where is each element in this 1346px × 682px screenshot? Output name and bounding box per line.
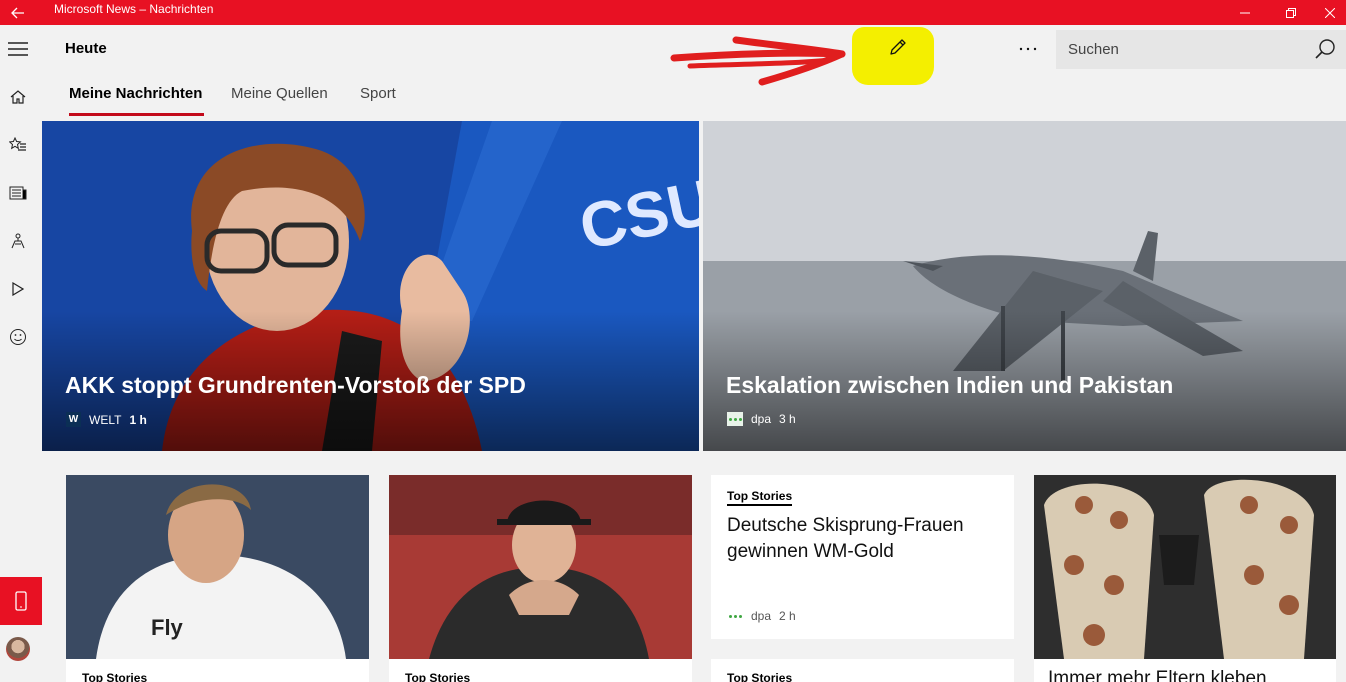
hero-meta: W WELT 1 h: [66, 412, 147, 427]
video-icon[interactable]: [0, 271, 36, 307]
card-tag: Top Stories: [82, 671, 147, 682]
page-title: Heute: [65, 40, 107, 57]
welt-logo: W: [66, 412, 81, 427]
story-card[interactable]: Top Stories: [389, 475, 692, 682]
story-card[interactable]: Top Stories Deutsche Skisprung-Frauen ge…: [711, 475, 1014, 639]
maximize-button[interactable]: [1268, 0, 1314, 25]
story-age: 1 h: [129, 412, 147, 427]
avatar[interactable]: [6, 637, 30, 661]
card-tag: Top Stories: [405, 671, 470, 682]
local-icon[interactable]: [0, 223, 36, 259]
card-meta: dpa 2 h: [727, 609, 796, 623]
title-bar: Microsoft News – Nachrichten: [0, 0, 1346, 25]
navigation-rail: [0, 25, 42, 682]
story-age: 3 h: [779, 412, 796, 426]
svg-text:Fly: Fly: [151, 615, 184, 640]
story-photo: Fly: [66, 475, 369, 659]
minimize-button[interactable]: [1222, 0, 1268, 25]
hero-headline[interactable]: AKK stoppt Grundrenten-Vorstoß der SPD: [65, 372, 526, 399]
favorites-icon[interactable]: [0, 127, 36, 163]
card-headline[interactable]: Immer mehr Eltern kleben: [1048, 668, 1267, 682]
story-card[interactable]: Immer mehr Eltern kleben: [1034, 475, 1336, 682]
tab-meine-nachrichten[interactable]: Meine Nachrichten: [69, 85, 205, 116]
hamburger-menu-icon[interactable]: [0, 31, 36, 67]
news-icon[interactable]: [0, 175, 36, 211]
more-options-icon[interactable]: [1014, 37, 1042, 61]
back-arrow-icon[interactable]: [0, 0, 36, 25]
story-card[interactable]: Top Stories: [711, 659, 1014, 682]
story-photo: [389, 475, 692, 659]
close-button[interactable]: [1314, 0, 1346, 25]
tab-sport[interactable]: Sport: [360, 85, 396, 109]
dpa-logo: [727, 609, 743, 623]
edit-pencil-icon[interactable]: [888, 37, 908, 62]
home-icon[interactable]: [0, 79, 36, 115]
dark-mode-moon-icon[interactable]: [956, 37, 984, 61]
search-icon[interactable]: [1314, 38, 1336, 60]
window-title: Microsoft News – Nachrichten: [54, 2, 214, 16]
search-input[interactable]: [1056, 30, 1306, 69]
phone-icon[interactable]: [0, 577, 42, 625]
source-name: dpa: [751, 609, 772, 623]
card-tag: Top Stories: [727, 489, 793, 506]
source-name: WELT: [89, 412, 122, 427]
story-photo: [1034, 475, 1336, 659]
annotation-arrow: [670, 36, 846, 86]
card-headline[interactable]: Deutsche Skisprung-Frauen gewinnen WM-Go…: [727, 513, 997, 565]
hero-story-card[interactable]: Eskalation zwischen Indien und Pakistan …: [703, 121, 1346, 451]
story-age: 2 h: [779, 609, 796, 623]
card-tag: Top Stories: [727, 671, 792, 682]
dpa-logo: [727, 412, 743, 426]
annotation-highlight: [852, 27, 934, 85]
search-box[interactable]: [1056, 30, 1346, 69]
tab-meine-quellen[interactable]: Meine Quellen: [231, 85, 328, 109]
story-card[interactable]: Fly Top Stories: [66, 475, 369, 682]
hero-headline[interactable]: Eskalation zwischen Indien und Pakistan: [726, 372, 1173, 399]
hero-story-card[interactable]: CSU AKK stoppt Grundrenten-Vorstoß der S…: [42, 121, 699, 451]
hero-meta: dpa 3 h: [727, 412, 796, 426]
source-name: dpa: [751, 412, 772, 426]
emoji-icon[interactable]: [0, 319, 36, 355]
